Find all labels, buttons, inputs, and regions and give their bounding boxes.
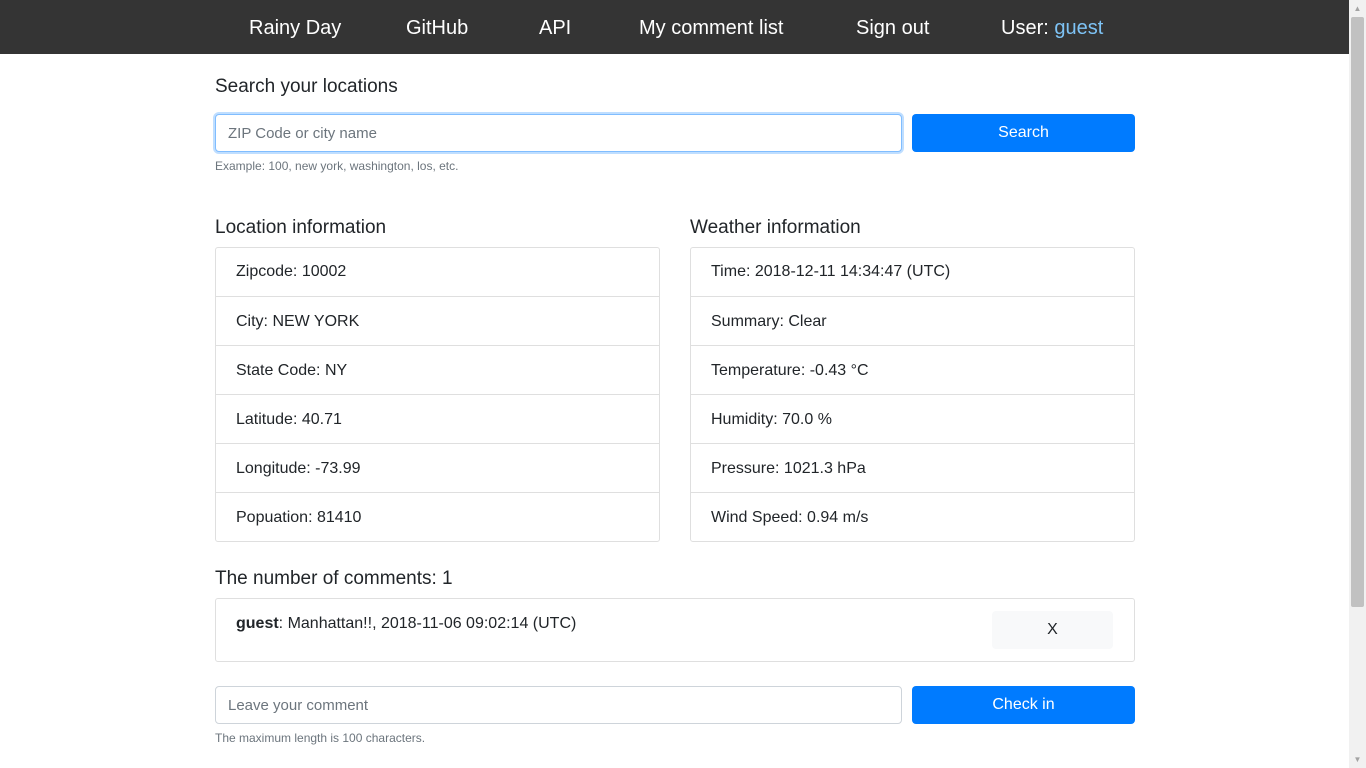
check-in-button[interactable]: Check in — [912, 686, 1135, 724]
nav-comment-list-link[interactable]: My comment list — [639, 15, 783, 41]
location-city: City: NEW YORK — [216, 296, 659, 345]
weather-summary: Summary: Clear — [691, 296, 1134, 345]
nav-api-link[interactable]: API — [539, 15, 571, 41]
weather-temperature: Temperature: -0.43 °C — [691, 345, 1134, 394]
weather-heading: Weather information — [690, 217, 861, 238]
comments-count-heading: The number of comments: 1 — [215, 568, 453, 589]
nav-github-link[interactable]: GitHub — [406, 15, 468, 41]
search-button[interactable]: Search — [912, 114, 1135, 152]
weather-pressure: Pressure: 1021.3 hPa — [691, 443, 1134, 492]
nav-user-name-link[interactable]: guest — [1054, 17, 1103, 39]
delete-comment-button[interactable]: X — [992, 611, 1113, 649]
top-navbar: Rainy Day GitHub API My comment list Sig… — [0, 0, 1349, 54]
scroll-thumb[interactable] — [1351, 17, 1364, 607]
weather-humidity: Humidity: 70.0 % — [691, 394, 1134, 443]
comment-item: guest: Manhattan!!, 2018-11-06 09:02:14 … — [215, 598, 1135, 662]
location-population: Popuation: 81410 — [216, 492, 659, 541]
comment-text: guest: Manhattan!!, 2018-11-06 09:02:14 … — [236, 614, 576, 634]
nav-brand-link[interactable]: Rainy Day — [249, 15, 341, 41]
weather-wind-speed: Wind Speed: 0.94 m/s — [691, 492, 1134, 541]
nav-user-indicator: User: guest — [1001, 15, 1103, 41]
nav-user-label: User: — [1001, 17, 1055, 39]
comment-help-text: The maximum length is 100 characters. — [215, 731, 426, 745]
nav-sign-out-link[interactable]: Sign out — [856, 15, 929, 41]
location-state-code: State Code: NY — [216, 345, 659, 394]
search-input[interactable] — [215, 114, 902, 152]
comment-author: guest — [236, 615, 279, 632]
weather-list: Time: 2018-12-11 14:34:47 (UTC) Summary:… — [690, 247, 1135, 542]
location-heading: Location information — [215, 217, 387, 238]
comment-body: : Manhattan!!, 2018-11-06 09:02:14 (UTC) — [278, 615, 577, 632]
search-help-text: Example: 100, new york, washington, los,… — [215, 159, 459, 173]
location-list: Zipcode: 10002 City: NEW YORK State Code… — [215, 247, 660, 542]
page-scrollbar[interactable]: ▲ ▼ — [1349, 0, 1366, 768]
location-zipcode: Zipcode: 10002 — [236, 263, 347, 280]
scroll-down-icon[interactable]: ▼ — [1349, 751, 1366, 768]
search-heading: Search your locations — [215, 76, 398, 97]
location-longitude: Longitude: -73.99 — [216, 443, 659, 492]
location-latitude: Latitude: 40.71 — [216, 394, 659, 443]
comment-input[interactable] — [215, 686, 902, 724]
scroll-up-icon[interactable]: ▲ — [1349, 0, 1366, 17]
weather-time: Time: 2018-12-11 14:34:47 (UTC) — [711, 263, 951, 280]
